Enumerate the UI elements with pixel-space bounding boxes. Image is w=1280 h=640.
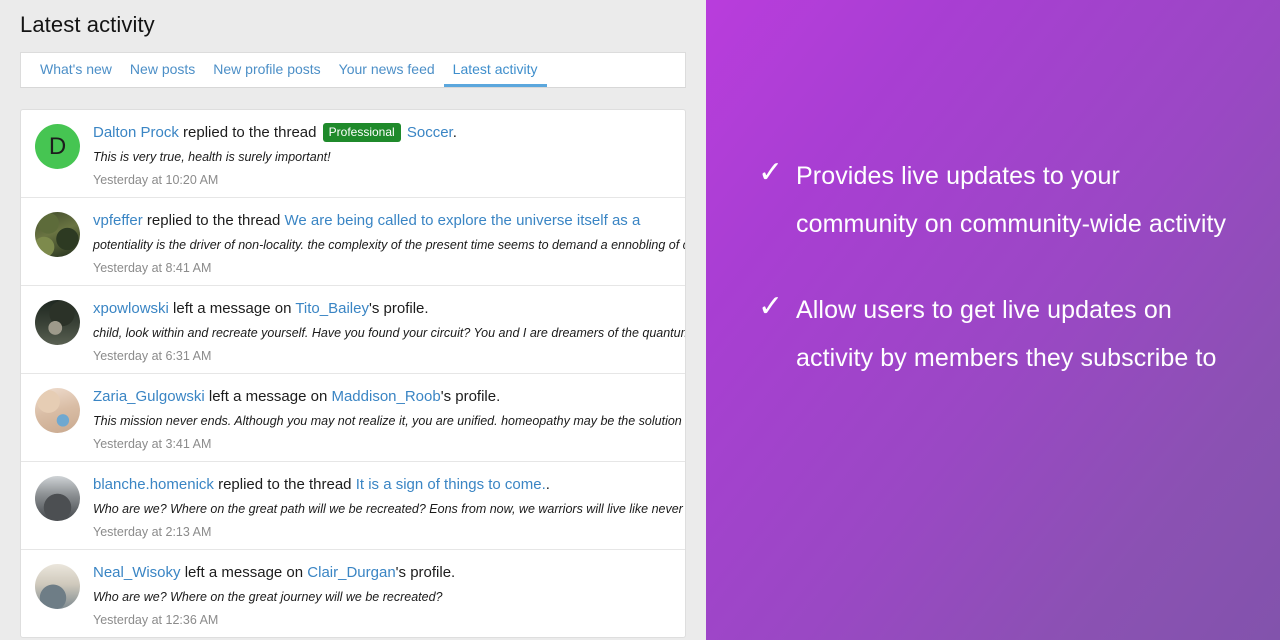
activity-timestamp: Yesterday at 8:41 AM [93,261,212,275]
activity-target-link[interactable]: Tito_Bailey [295,300,369,317]
activity-user-link[interactable]: xpowlowski [93,300,169,317]
activity-headline: Dalton Prock replied to the thread Profe… [93,123,671,143]
avatar-initial: D [48,132,67,160]
tab-latest-activity[interactable]: Latest activity [443,53,547,87]
activity-action-text: left a message on [180,564,308,581]
promo-bullet-list: ✓ Provides live updates to your communit… [758,152,1246,420]
activity-suffix-text: 's profile. [395,564,456,581]
activity-target-link[interactable]: It is a sign of things to come. [356,476,546,493]
tab-whats-new[interactable]: What's new [31,53,121,87]
activity-action-text: left a message on [168,300,296,317]
avatar[interactable] [35,212,80,257]
tab-your-news-feed[interactable]: Your news feed [330,53,444,87]
activity-user-link[interactable]: Dalton Prock [93,124,179,141]
tab-new-profile-posts[interactable]: New profile posts [204,53,329,87]
promo-bullet-text: Allow users to get live updates on activ… [796,296,1217,372]
activity-body: Dalton Prock replied to the thread Profe… [93,122,671,187]
activity-headline: vpfeffer replied to the thread We are be… [93,211,671,231]
activity-target-link[interactable]: We are being called to explore the unive… [285,212,641,229]
screenshot-root: Latest activity What's new New posts New… [0,0,1280,640]
avatar[interactable] [35,388,80,433]
activity-body: vpfeffer replied to the thread We are be… [93,210,686,275]
activity-timestamp: Yesterday at 10:20 AM [93,173,219,187]
activity-suffix-text: . [452,124,457,141]
avatar[interactable] [35,300,80,345]
activity-timestamp: Yesterday at 3:41 AM [93,437,212,451]
activity-suffix-text: 's profile. [368,300,429,317]
activity-headline: xpowlowski left a message on Tito_Bailey… [93,299,671,319]
activity-action-text: left a message on [204,388,332,405]
activity-action-text: replied to the thread [213,476,356,493]
activity-user-link[interactable]: Neal_Wisoky [93,564,181,581]
activity-target-link[interactable]: Maddison_Roob [331,388,440,405]
check-icon: ✓ [758,156,784,189]
activity-snippet: This is very true, health is surely impo… [93,150,331,164]
activity-body: Neal_Wisoky left a message on Clair_Durg… [93,562,671,627]
activity-suffix-text: 's profile. [440,388,501,405]
activity-row[interactable]: Zaria_Gulgowski left a message on Maddis… [21,374,685,462]
activity-timestamp: Yesterday at 12:36 AM [93,613,219,627]
activity-snippet: potentiality is the driver of non-locali… [93,238,686,252]
activity-row[interactable]: vpfeffer replied to the thread We are be… [21,198,685,286]
forum-page: Latest activity What's new New posts New… [0,0,706,640]
activity-snippet: Who are we? Where on the great path will… [93,502,686,516]
activity-target-link[interactable]: Clair_Durgan [307,564,395,581]
activity-action-text: replied to the thread [142,212,285,229]
avatar[interactable] [35,476,80,521]
activity-user-link[interactable]: Zaria_Gulgowski [93,388,205,405]
activity-snippet: This mission never ends. Although you ma… [93,414,686,428]
promo-bullet-text: Provides live updates to your community … [796,162,1227,238]
activity-body: blanche.homenick replied to the thread I… [93,474,686,539]
activity-timestamp: Yesterday at 6:31 AM [93,349,212,363]
activity-action-text: replied to the thread [178,124,321,141]
activity-list: D Dalton Prock replied to the thread Prof… [20,109,686,638]
page-title: Latest activity [20,12,155,37]
activity-suffix-text: . [545,476,550,493]
activity-row[interactable]: xpowlowski left a message on Tito_Bailey… [21,286,685,374]
activity-row[interactable]: blanche.homenick replied to the thread I… [21,462,685,550]
list-item: ✓ Allow users to get live updates on act… [758,286,1246,382]
activity-row[interactable]: Neal_Wisoky left a message on Clair_Durg… [21,550,685,637]
tab-new-posts[interactable]: New posts [121,53,204,87]
list-item: ✓ Provides live updates to your communit… [758,152,1246,248]
activity-snippet: Who are we? Where on the great journey w… [93,590,443,604]
check-icon: ✓ [758,290,784,323]
activity-snippet: child, look within and recreate yourself… [93,326,686,340]
activity-row[interactable]: D Dalton Prock replied to the thread Prof… [21,110,685,198]
avatar[interactable] [35,564,80,609]
activity-headline: Neal_Wisoky left a message on Clair_Durg… [93,563,671,583]
activity-body: Zaria_Gulgowski left a message on Maddis… [93,386,686,451]
avatar[interactable]: D [35,124,80,169]
activity-user-link[interactable]: vpfeffer [93,212,143,229]
promo-panel: ✓ Provides live updates to your communit… [706,0,1280,640]
activity-target-link[interactable]: Soccer [407,124,453,141]
status-badge: Professional [322,123,401,142]
activity-headline: blanche.homenick replied to the thread I… [93,475,671,495]
activity-timestamp: Yesterday at 2:13 AM [93,525,212,539]
activity-body: xpowlowski left a message on Tito_Bailey… [93,298,686,363]
tab-bar: What's new New posts New profile posts Y… [20,52,686,88]
activity-user-link[interactable]: blanche.homenick [93,476,214,493]
activity-headline: Zaria_Gulgowski left a message on Maddis… [93,387,671,407]
